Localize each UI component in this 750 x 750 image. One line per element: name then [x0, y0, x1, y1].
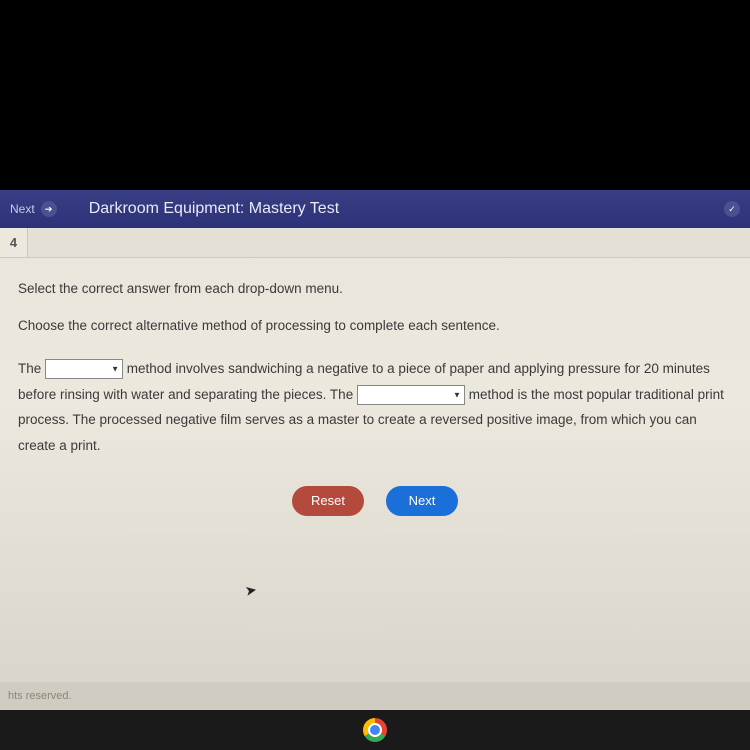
question-nav-bar: 4 — [0, 228, 750, 258]
sub-instruction-text: Choose the correct alternative method of… — [18, 315, 732, 338]
dropdown-method-2[interactable]: ▼ — [357, 385, 465, 405]
chevron-down-icon: ▼ — [111, 362, 119, 377]
nav-arrow-icon: ➔ — [41, 201, 57, 217]
nav-label: Next — [10, 202, 35, 216]
next-button[interactable]: Next — [386, 486, 458, 516]
page-title: Darkroom Equipment: Mastery Test — [89, 200, 339, 218]
dropdown-method-1[interactable]: ▼ — [45, 359, 123, 379]
taskbar — [0, 710, 750, 750]
question-content: Select the correct answer from each drop… — [0, 258, 750, 534]
header-bar: Next ➔ Darkroom Equipment: Mastery Test … — [0, 190, 750, 228]
button-row: Reset Next — [18, 486, 732, 516]
footer-text: hts reserved. — [8, 690, 72, 702]
chrome-icon[interactable] — [363, 718, 387, 742]
chevron-down-icon: ▼ — [453, 387, 461, 402]
instruction-text: Select the correct answer from each drop… — [18, 278, 732, 301]
mouse-cursor-icon: ➤ — [244, 581, 259, 600]
passage: The ▼ method involves sandwiching a nega… — [18, 356, 732, 459]
nav-control[interactable]: Next ➔ — [10, 201, 57, 217]
footer: hts reserved. — [0, 682, 750, 710]
app-screen: Next ➔ Darkroom Equipment: Mastery Test … — [0, 190, 750, 710]
passage-segment-1: The — [18, 361, 45, 376]
reset-button[interactable]: Reset — [292, 486, 364, 516]
question-tab-4[interactable]: 4 — [0, 228, 28, 257]
status-check-icon[interactable]: ✓ — [724, 201, 740, 217]
